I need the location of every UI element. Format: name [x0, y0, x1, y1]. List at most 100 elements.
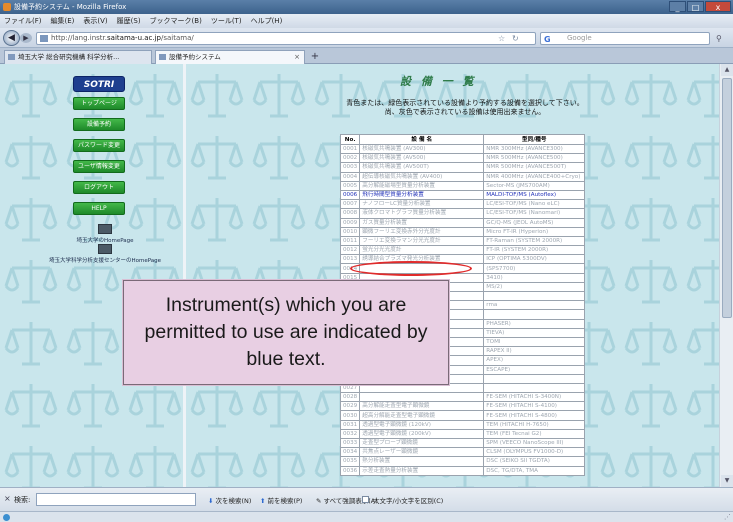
- cell-name: ナノフローLC質量分析装置: [359, 199, 485, 210]
- cell-model: FT-Raman (SYSTEM 2000R): [483, 235, 586, 247]
- maximize-button[interactable]: □: [687, 1, 704, 12]
- vertical-scrollbar[interactable]: ▲ ▼: [719, 64, 733, 487]
- table-row[interactable]: 0006 飛行時間型質量分析装置 MALDI-TOF/MS (Autoflex): [339, 189, 586, 201]
- page-title: 設 備 一 覧: [400, 75, 477, 88]
- cell-name[interactable]: 飛行時間型質量分析装置: [359, 189, 485, 201]
- site-logo[interactable]: SOTRI: [73, 76, 125, 92]
- cell-name: 高分解能走査型電子顕微鏡: [359, 401, 485, 412]
- sidebar-help-button[interactable]: HELP: [73, 202, 125, 215]
- table-row: 0001 核磁気共鳴装置 (AV300) NMR 300MHz (AVANCE300…: [339, 143, 586, 155]
- cell-no: 0010: [339, 226, 361, 237]
- menu-bookmarks[interactable]: ブックマーク(B): [150, 14, 202, 28]
- forward-button[interactable]: ▶: [20, 33, 32, 43]
- find-input[interactable]: [36, 493, 196, 506]
- table-row: 0030 超高分解能走査型電子顕微鏡 FE-SEM (HITACHI S-4800): [339, 410, 586, 421]
- tab-sotri[interactable]: 埼玉大学 総合研究機構 科学分析...: [4, 50, 152, 64]
- table-row: 0011 フーリエ変換ラマン分光光度計 FT-Raman (SYSTEM 2000R…: [339, 235, 586, 247]
- menu-help[interactable]: ヘルプ(H): [251, 14, 283, 28]
- arrow-up-icon: ⬆: [260, 497, 266, 505]
- scroll-down-icon[interactable]: ▼: [721, 475, 733, 487]
- cell-model: [483, 373, 586, 384]
- window-title: 設備予約システム - Mozilla Firefox: [14, 3, 127, 11]
- scroll-up-icon[interactable]: ▲: [721, 64, 733, 76]
- cell-no: 0034: [339, 447, 361, 458]
- cell-model: DSC (SEIKO SII TGDTA): [483, 456, 586, 467]
- cell-model: GC/Q-MS (JEOL AutoMS): [483, 217, 586, 228]
- page-content: SOTRI トップページ 設備予約 パスワード変更 ユーザ情報変更 ログアウト …: [0, 64, 733, 487]
- cell-no: 0001: [339, 143, 361, 155]
- status-icon: [3, 514, 10, 521]
- menu-edit[interactable]: 編集(E): [51, 14, 75, 28]
- cell-no: 0028: [339, 392, 361, 403]
- cell-model: FE-SEM (HITACHI S-4800): [483, 410, 586, 421]
- page-icon: [8, 54, 15, 60]
- cell-model: [483, 290, 586, 302]
- cell-name: 核磁気共鳴装置 (AV300): [359, 143, 485, 155]
- table-row: 0010 顕微フーリエ変換赤外分光度計 Micro FT-IR (Hyperion): [339, 226, 586, 237]
- find-next-button[interactable]: ⬇ 次を検索(N): [208, 495, 251, 505]
- cell-name: 熱分析装置: [359, 456, 485, 467]
- site-identity-icon[interactable]: [40, 35, 48, 42]
- menu-view[interactable]: 表示(V): [83, 14, 107, 28]
- university-homepage-link[interactable]: 埼玉大学のHomePage: [20, 224, 190, 244]
- search-icon[interactable]: ⚲: [716, 34, 722, 43]
- cell-model: PHASER): [483, 318, 586, 329]
- cell-no: 0005: [339, 180, 361, 191]
- analysis-center-homepage-link[interactable]: 埼玉大学科学分析支援センターのHomePage: [20, 244, 190, 264]
- table-row: 0004 超伝導核磁気共鳴装置 (AV400) NMR 400MHz (AVANCE…: [339, 171, 586, 182]
- scrollbar-thumb[interactable]: [722, 78, 732, 318]
- cell-model: FT-IR (SYSTEM 2000R): [483, 245, 586, 256]
- cell-name: 超高分解能走査型電子顕微鏡: [359, 410, 485, 421]
- reload-icon[interactable]: ↻: [512, 34, 519, 43]
- back-button[interactable]: ◀: [3, 30, 20, 46]
- cell-name: 走査型プローブ顕微鏡: [359, 437, 485, 449]
- table-row: 0008 液体クロマトグラフ質量分析装置 LC/ESI-TOF/MS (Nanoma…: [339, 208, 586, 219]
- close-tab-icon[interactable]: ×: [294, 51, 300, 63]
- cell-model: (SPS7700): [483, 263, 586, 274]
- cell-name: 透過型電子顕微鏡 (200kV): [359, 428, 485, 440]
- menu-history[interactable]: 履歴(S): [117, 14, 141, 28]
- new-tab-button[interactable]: +: [308, 51, 322, 63]
- menu-tools[interactable]: ツール(T): [211, 14, 242, 28]
- cell-model[interactable]: MALDI-TOF/MS (Autoflex): [483, 189, 586, 201]
- table-row: 0036 示差走査熱量分析装置 DSC, TG/DTA, TMA: [339, 465, 586, 476]
- window-titlebar: 設備予約システム - Mozilla Firefox _ □ x: [0, 0, 733, 14]
- bookmark-star-icon[interactable]: ☆: [498, 34, 505, 43]
- match-case-checkbox[interactable]: [362, 496, 369, 503]
- match-case-label: 大文字/小文字を区別(C): [373, 497, 444, 505]
- sidebar-reservation-button[interactable]: 設備予約: [73, 118, 125, 131]
- close-window-button[interactable]: x: [705, 1, 731, 12]
- cell-no: 0031: [339, 419, 361, 430]
- cell-model: Sector-MS (JMS700AM): [483, 180, 586, 191]
- menu-file[interactable]: ファイル(F): [4, 14, 42, 28]
- cell-no: 0009: [339, 217, 361, 228]
- google-icon[interactable]: G: [544, 34, 551, 45]
- cell-no[interactable]: 0006: [339, 189, 361, 201]
- find-previous-button[interactable]: ⬆ 前を検索(P): [260, 495, 302, 505]
- sidebar-top-page-button[interactable]: トップページ: [73, 97, 125, 110]
- tab-reservation-system[interactable]: 設備予約システム ×: [155, 50, 305, 64]
- cell-model: 3410): [483, 272, 586, 283]
- cell-model: NMR 400MHz (AVANCE400+Cryo): [483, 171, 586, 182]
- sidebar-logout-button[interactable]: ログアウト: [73, 181, 125, 194]
- close-find-bar-icon[interactable]: ×: [4, 494, 11, 503]
- resize-grip-icon[interactable]: ⋰: [724, 513, 731, 521]
- cell-no: 0029: [339, 401, 361, 412]
- url-bar[interactable]: http://lang.instr.saitama-u.ac.jp/saitam…: [36, 32, 536, 45]
- cell-name: 液体クロマトグラフ質量分析装置: [359, 208, 485, 219]
- cell-name: 示差走査熱量分析装置: [359, 465, 485, 476]
- cell-no: 0012: [339, 245, 361, 256]
- notice-line-1: 青色または、緑色表示されている設備より予約する設備を選択して下さい。: [346, 99, 584, 107]
- find-next-label: 次を検索(N): [215, 497, 252, 505]
- minimize-button[interactable]: _: [669, 1, 686, 12]
- highlight-circle: [350, 261, 472, 276]
- search-input[interactable]: G Google: [540, 32, 710, 45]
- cell-no: 0030: [339, 410, 361, 421]
- navigation-toolbar: ◀ ▶ http://lang.instr.saitama-u.ac.jp/sa…: [0, 28, 733, 48]
- sidebar-password-button[interactable]: パスワード変更: [73, 139, 125, 152]
- sidebar-user-info-button[interactable]: ユーザ情報変更: [73, 160, 125, 173]
- cell-no: 0008: [339, 208, 361, 219]
- url-suffix: /saitama/: [161, 34, 194, 42]
- cell-no: 0032: [339, 428, 361, 440]
- arrow-down-icon: ⬇: [208, 497, 214, 505]
